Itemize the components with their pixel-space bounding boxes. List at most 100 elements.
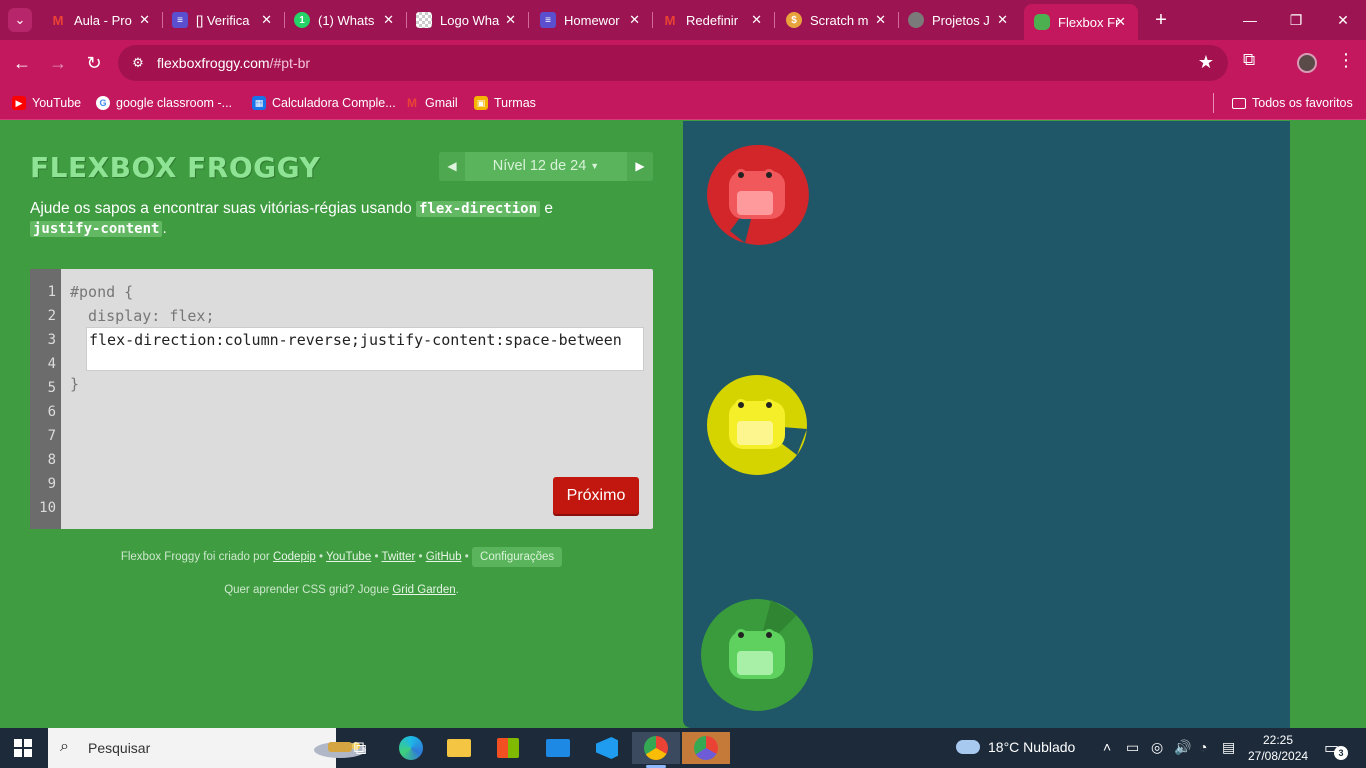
tab-3[interactable]: Logo Wha ✕: [406, 6, 529, 34]
taskbar-search[interactable]: ⌕ Pesquisar: [48, 728, 366, 768]
bookmark-classroom[interactable]: G google classroom -...: [96, 94, 232, 112]
bullet: •: [464, 551, 469, 563]
close-icon[interactable]: ✕: [139, 12, 150, 28]
scratch-icon: $: [786, 12, 802, 28]
close-icon[interactable]: ✕: [1115, 14, 1126, 30]
instructions-text: Ajude os sapos a encontrar suas vitórias…: [30, 200, 416, 217]
chrome-profile-icon[interactable]: [682, 732, 730, 764]
speaker-icon[interactable]: 🔊: [1174, 739, 1191, 756]
globe-icon: [908, 12, 924, 28]
cloud-icon: [956, 740, 980, 754]
close-icon[interactable]: ✕: [505, 12, 516, 28]
url-text[interactable]: flexboxfroggy.com/#pt-br: [157, 55, 310, 71]
close-icon[interactable]: ✕: [875, 12, 886, 28]
tab-8-active[interactable]: Flexbox Fr ✕: [1024, 4, 1138, 40]
folder-icon: [1232, 97, 1246, 109]
edge-icon[interactable]: [391, 732, 431, 764]
url-host: flexboxfroggy.com: [157, 55, 270, 71]
site-info-icon[interactable]: ⚙: [128, 53, 148, 73]
restore-icon[interactable]: ❐: [1286, 8, 1306, 32]
previous-level-icon[interactable]: ◀: [439, 152, 465, 181]
store-icon[interactable]: [488, 732, 528, 764]
file-explorer-icon[interactable]: [439, 732, 479, 764]
notification-center-icon[interactable]: ▭ 3: [1324, 738, 1348, 760]
youtube-link[interactable]: YouTube: [326, 551, 371, 563]
tab-7[interactable]: Projetos J ✕: [898, 6, 1020, 34]
level-dropdown[interactable]: Nível 12 de 24 ▼: [465, 152, 627, 181]
close-icon[interactable]: ✕: [629, 12, 640, 28]
credits: Flexbox Froggy foi criado por Codepip • …: [30, 546, 653, 568]
bookmark-label: google classroom -...: [116, 96, 233, 110]
address-bar[interactable]: ⚙ flexboxfroggy.com/#pt-br ★: [118, 45, 1228, 81]
line-number: 10: [39, 500, 56, 516]
all-bookmarks[interactable]: Todos os favoritos: [1232, 94, 1353, 112]
instructions-text: .: [162, 220, 167, 237]
weather-widget[interactable]: 18°C Nublado: [956, 739, 1075, 755]
wifi-icon[interactable]: ◔: [1199, 739, 1207, 755]
next-level-icon[interactable]: ▶: [627, 152, 653, 181]
bookmark-turmas[interactable]: ▣ Turmas: [474, 94, 536, 112]
bookmark-label: YouTube: [32, 96, 82, 110]
forward-arrow-icon[interactable]: →: [45, 50, 71, 76]
level-selector: ◀ Nível 12 de 24 ▼ ▶: [439, 152, 653, 181]
bookmark-gmail[interactable]: M Gmail: [405, 94, 458, 112]
battery-icon[interactable]: ▭: [1126, 739, 1139, 756]
tab-title: Flexbox Fr: [1058, 14, 1120, 30]
twitter-link[interactable]: Twitter: [381, 551, 415, 563]
tab-1[interactable]: ≡ [] Verifica ✕: [162, 6, 285, 34]
close-icon[interactable]: ✕: [261, 12, 272, 28]
kebab-menu-icon[interactable]: ⋮: [1337, 50, 1355, 71]
grid-garden-link[interactable]: Grid Garden: [392, 584, 455, 596]
code-line: }: [70, 375, 80, 393]
close-icon[interactable]: ✕: [997, 12, 1008, 28]
chevron-up-icon[interactable]: ˄: [1103, 739, 1111, 755]
bullet: •: [319, 551, 324, 563]
tab-title: (1) Whats: [318, 12, 375, 28]
keyword-flex-direction[interactable]: flex-direction: [416, 201, 541, 217]
back-arrow-icon[interactable]: ←: [9, 50, 35, 76]
clock-time: 22:25: [1262, 733, 1294, 747]
tab-0[interactable]: M Aula - Pro ✕: [40, 6, 163, 34]
bullet: •: [418, 551, 423, 563]
avatar[interactable]: [1297, 53, 1317, 73]
bookmarks-bar: ▶ YouTube G google classroom -... ▦ Calc…: [0, 86, 1366, 120]
reload-icon[interactable]: ↻: [81, 50, 107, 76]
tab-5[interactable]: M Redefinir ✕: [652, 6, 775, 34]
meet-now-icon[interactable]: ◎: [1151, 739, 1163, 756]
bookmark-youtube[interactable]: ▶ YouTube: [12, 94, 81, 112]
close-icon[interactable]: ✕: [751, 12, 762, 28]
weather-text: 18°C Nublado: [988, 739, 1076, 755]
minimize-icon[interactable]: —: [1240, 8, 1260, 32]
chrome-icon[interactable]: [632, 732, 680, 768]
settings-button[interactable]: Configurações: [472, 547, 563, 567]
forms-icon: ≡: [172, 12, 188, 28]
tab-2[interactable]: 1 (1) Whats ✕: [284, 6, 407, 34]
close-window-icon[interactable]: ✕: [1333, 8, 1353, 32]
close-icon[interactable]: ✕: [383, 12, 394, 28]
tab-4[interactable]: ≡ Homewor ✕: [530, 6, 653, 34]
google-icon: G: [96, 96, 110, 110]
classroom-icon: ▣: [474, 96, 488, 110]
system-clock[interactable]: 22:25 27/08/2024: [1248, 732, 1308, 764]
bookmark-calculadora[interactable]: ▦ Calculadora Comple...: [252, 94, 396, 112]
github-link[interactable]: GitHub: [426, 551, 462, 563]
css-input[interactable]: flex-direction:column-reverse;justify-co…: [86, 327, 644, 371]
windows-start-icon[interactable]: [14, 739, 32, 757]
extensions-puzzle-icon[interactable]: ⧉: [1243, 50, 1255, 70]
next-button[interactable]: Próximo: [553, 477, 639, 514]
tab-6[interactable]: $ Scratch m ✕: [776, 6, 899, 34]
tab-search-icon[interactable]: ⌄: [8, 8, 32, 32]
codepip-link[interactable]: Codepip: [273, 551, 316, 563]
new-tab-plus-icon[interactable]: +: [1150, 8, 1172, 32]
line-number: 6: [47, 404, 56, 420]
bookmark-star-icon[interactable]: ★: [1198, 52, 1214, 73]
caret-down-icon: ▼: [590, 161, 600, 171]
yellow-lilypad-icon: [707, 375, 807, 475]
green-lilypad-icon: [701, 599, 813, 711]
keyword-justify-content[interactable]: justify-content: [30, 221, 163, 237]
vscode-icon[interactable]: [587, 732, 627, 764]
youtube-icon: ▶: [12, 96, 26, 110]
language-icon[interactable]: ▤: [1222, 739, 1235, 756]
mail-icon[interactable]: [538, 732, 578, 764]
task-view-icon[interactable]: ⧉: [340, 732, 380, 764]
